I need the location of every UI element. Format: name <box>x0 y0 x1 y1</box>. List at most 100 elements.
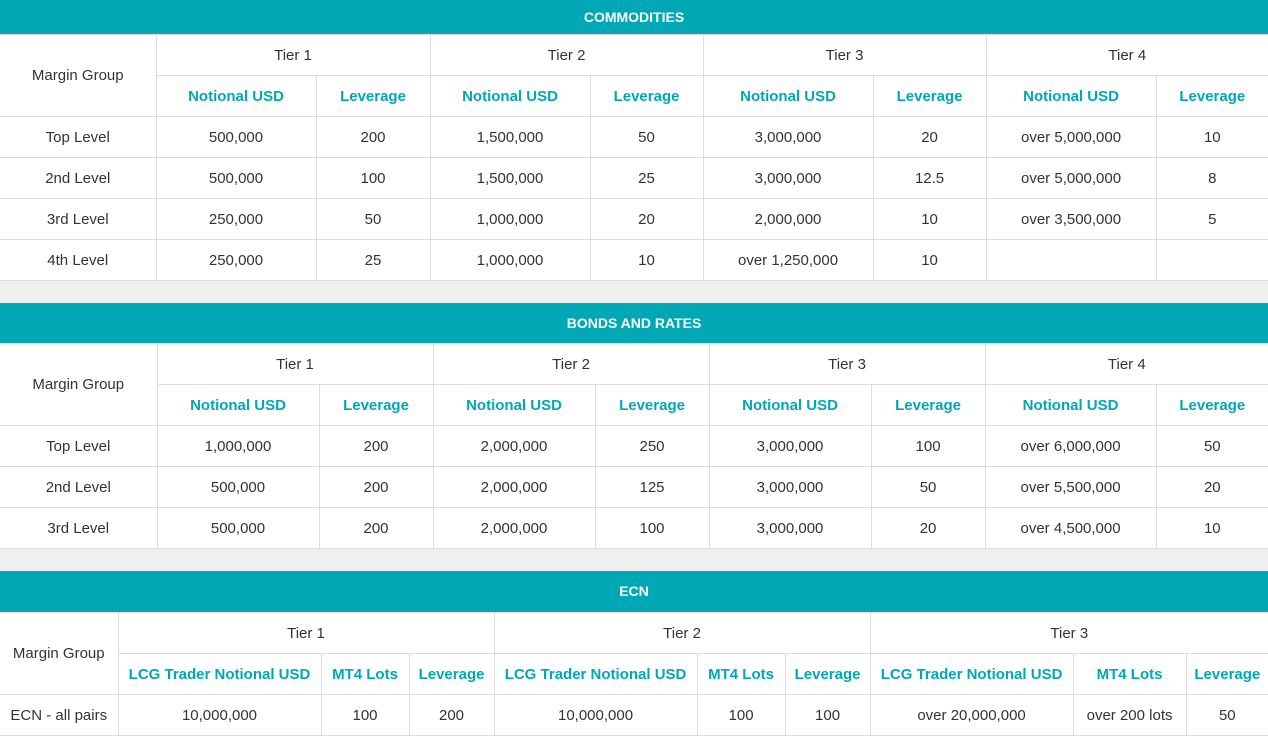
table-cell <box>1155 239 1268 281</box>
table-cell: over 6,000,000 <box>984 425 1157 467</box>
table-cell: 200 <box>408 694 495 736</box>
table-cell: 20 <box>1155 466 1268 508</box>
table-cell: 500,000 <box>155 157 317 199</box>
table-cell: 200 <box>318 466 434 508</box>
tier-header: Tier 4 <box>985 34 1268 76</box>
table-cell: 10,000,000 <box>117 694 322 736</box>
tier-header: Tier 4 <box>984 343 1268 385</box>
table-cell: 3,000,000 <box>708 507 872 549</box>
ecn-title: ECN <box>0 571 1268 612</box>
table-cell: 2,000,000 <box>432 466 596 508</box>
table-cell: over 200 lots <box>1072 694 1187 736</box>
table-cell: over 3,500,000 <box>985 198 1157 240</box>
column-header: Leverage <box>318 384 434 426</box>
margin-group-cell: ECN - all pairs <box>0 694 119 736</box>
table-cell: 12.5 <box>872 157 987 199</box>
column-header: Notional USD <box>156 75 317 117</box>
margin-group-header: Margin Group <box>0 34 157 117</box>
table-cell: over 1,250,000 <box>702 239 874 281</box>
bonds-title: BONDS AND RATES <box>0 303 1268 343</box>
column-header: Notional USD <box>432 384 596 426</box>
table-cell: 1,500,000 <box>429 157 591 199</box>
column-header: Notional USD <box>429 75 591 117</box>
column-header: Leverage <box>870 384 986 426</box>
table-cell: 8 <box>1155 157 1268 199</box>
section-gap <box>0 549 1268 571</box>
table-cell: 100 <box>315 157 431 199</box>
tier-header: Tier 2 <box>429 34 704 76</box>
table-cell: 50 <box>1185 694 1268 736</box>
margin-group-cell: Top Level <box>0 425 158 467</box>
table-cell: 3,000,000 <box>708 425 872 467</box>
table-cell: 10 <box>589 239 704 281</box>
column-header: LCG Trader Notional USD <box>869 653 1074 695</box>
table-cell: over 5,500,000 <box>984 466 1157 508</box>
ecn-subheader-row: LCG Trader Notional USD MT4 Lots Leverag… <box>0 653 1268 695</box>
column-header: Notional USD <box>984 384 1157 426</box>
table-cell: 1,000,000 <box>429 198 591 240</box>
table-cell: 20 <box>870 507 986 549</box>
table-cell: 500,000 <box>156 466 320 508</box>
table-cell: 1,000,000 <box>429 239 591 281</box>
table-cell: 25 <box>589 157 704 199</box>
column-header: Leverage <box>408 653 495 695</box>
margin-group-header: Margin Group <box>0 343 158 426</box>
table-cell <box>985 239 1157 281</box>
ecn-table: Margin Group Tier 1 Tier 2 Tier 3 LCG Tr… <box>0 612 1268 736</box>
column-header: Leverage <box>1155 75 1268 117</box>
column-header: Notional USD <box>985 75 1157 117</box>
tier-header: Tier 1 <box>117 612 495 654</box>
table-cell: over 4,500,000 <box>984 507 1157 549</box>
table-cell: 100 <box>696 694 786 736</box>
commodities-table: Margin Group Tier 1 Tier 2 Tier 3 Tier 4… <box>0 34 1268 281</box>
tier-header: Tier 2 <box>432 343 710 385</box>
table-cell: 100 <box>784 694 871 736</box>
column-header: MT4 Lots <box>1072 653 1187 695</box>
table-cell: 50 <box>870 466 986 508</box>
table-cell: 250 <box>594 425 710 467</box>
column-header: Leverage <box>594 384 710 426</box>
table-row: Top Level 500,000 200 1,500,000 50 3,000… <box>0 116 1268 158</box>
table-cell: 10 <box>1155 507 1268 549</box>
table-cell: 50 <box>315 198 431 240</box>
table-row: ECN - all pairs 10,000,000 100 200 10,00… <box>0 694 1268 736</box>
table-cell: 100 <box>870 425 986 467</box>
table-cell: 3,000,000 <box>702 157 874 199</box>
table-row: Top Level 1,000,000 200 2,000,000 250 3,… <box>0 425 1268 467</box>
margin-group-cell: Top Level <box>0 116 157 158</box>
tier-header: Tier 1 <box>155 34 431 76</box>
table-cell: 125 <box>594 466 710 508</box>
ecn-section: ECN Margin Group Tier 1 Tier 2 Tier 3 LC… <box>0 571 1268 736</box>
table-cell: 2,000,000 <box>432 507 596 549</box>
table-row: 2nd Level 500,000 200 2,000,000 125 3,00… <box>0 466 1268 508</box>
table-cell: 3,000,000 <box>702 116 874 158</box>
tier-header: Tier 3 <box>708 343 986 385</box>
tier-header: Tier 1 <box>156 343 434 385</box>
table-cell: 10 <box>872 239 987 281</box>
table-cell: 2,000,000 <box>702 198 874 240</box>
column-header: Leverage <box>872 75 987 117</box>
table-cell: 500,000 <box>156 507 320 549</box>
margin-group-cell: 3rd Level <box>0 198 157 240</box>
table-cell: 200 <box>318 507 434 549</box>
table-cell: 500,000 <box>155 116 317 158</box>
section-gap <box>0 281 1268 303</box>
column-header: Leverage <box>315 75 431 117</box>
column-header: MT4 Lots <box>320 653 410 695</box>
margin-group-cell: 2nd Level <box>0 466 158 508</box>
margin-group-cell: 2nd Level <box>0 157 157 199</box>
bonds-section: BONDS AND RATES Margin Group Tier 1 Tier… <box>0 303 1268 549</box>
table-cell: 100 <box>320 694 410 736</box>
table-cell: 250,000 <box>155 239 317 281</box>
table-row: 3rd Level 250,000 50 1,000,000 20 2,000,… <box>0 198 1268 240</box>
bonds-table: Margin Group Tier 1 Tier 2 Tier 3 Tier 4… <box>0 343 1268 549</box>
table-cell: over 20,000,000 <box>869 694 1074 736</box>
tier-header: Tier 2 <box>493 612 871 654</box>
bonds-tier-header-row: Margin Group Tier 1 Tier 2 Tier 3 Tier 4 <box>0 343 1268 426</box>
table-cell: over 5,000,000 <box>985 116 1157 158</box>
table-cell: 200 <box>318 425 434 467</box>
margin-group-cell: 3rd Level <box>0 507 158 549</box>
ecn-tier-header-row: Margin Group Tier 1 Tier 2 Tier 3 <box>0 612 1268 695</box>
table-cell: 1,000,000 <box>156 425 320 467</box>
bonds-subheader-row: Notional USD Leverage Notional USD Lever… <box>0 384 1268 426</box>
